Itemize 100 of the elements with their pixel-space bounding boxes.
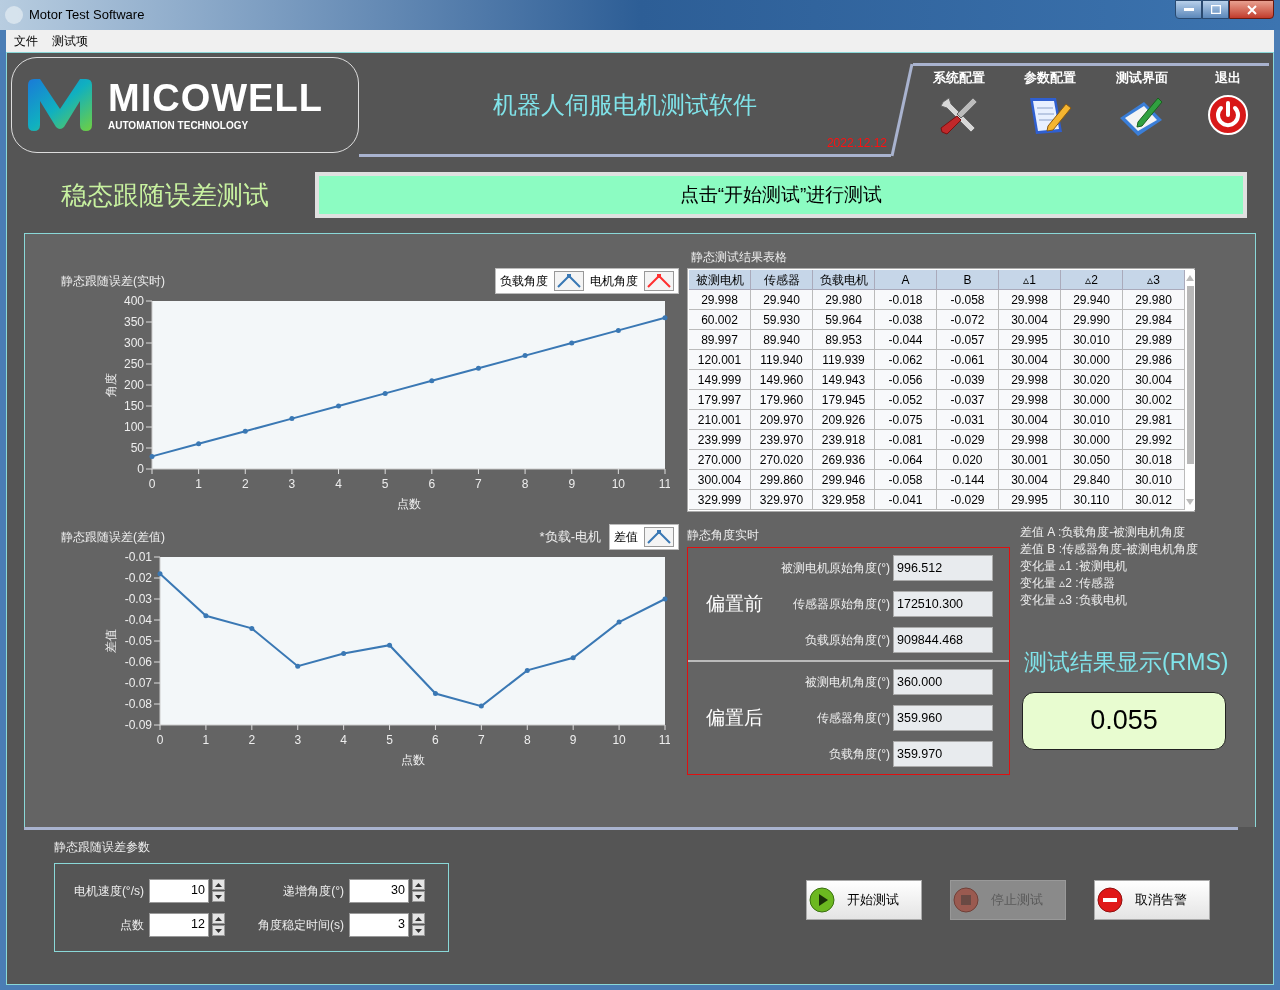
table-cell: -0.081 [875, 430, 937, 450]
action-button[interactable]: 开始测试 [806, 880, 922, 920]
table-cell: 30.004 [999, 310, 1061, 330]
table-cell: 89.997 [689, 330, 751, 350]
spin-down-button[interactable] [412, 891, 425, 902]
caret-down-icon [215, 928, 222, 933]
table-cell: 29.998 [999, 370, 1061, 390]
table-cell: -0.029 [937, 430, 999, 450]
minimize-button[interactable] [1175, 0, 1202, 19]
table-cell: 30.010 [1061, 330, 1123, 350]
chart-title: 静态跟随误差(实时) [60, 273, 165, 290]
field-label: 负载原始角度(°) [805, 632, 890, 649]
table-cell: 119.939 [813, 350, 875, 370]
table-cell: -0.144 [937, 470, 999, 490]
table-cell: 209.926 [813, 410, 875, 430]
date-label: 2022.12.12 [826, 135, 887, 152]
tick-label: 7 [478, 733, 485, 747]
number-input[interactable]: 10 [149, 878, 209, 903]
table-cell: 179.945 [813, 390, 875, 410]
table-cell: 30.004 [999, 410, 1061, 430]
tick-label: 9 [568, 477, 576, 491]
scrollbar[interactable] [1185, 270, 1195, 510]
table-cell: 59.930 [751, 310, 813, 330]
table-cell: 29.980 [813, 290, 875, 310]
table-cell: 29.990 [1061, 310, 1123, 330]
caret-up-icon [215, 882, 222, 887]
number-input[interactable]: 30 [349, 878, 409, 903]
table-cell: -0.031 [937, 410, 999, 430]
table-cell: 30.000 [1061, 430, 1123, 450]
window-title: Motor Test Software [29, 6, 145, 25]
legend-note: 变化量 ▵2 :传感器 [1020, 575, 1116, 592]
spin-up-button[interactable] [412, 879, 425, 890]
tick-label: -0.02 [124, 571, 152, 585]
legend-note: 变化量 ▵1 :被测电机 [1020, 558, 1128, 575]
spin-up-button[interactable] [212, 913, 225, 924]
table-cell: 30.001 [999, 450, 1061, 470]
table-cell: 29.840 [1061, 470, 1123, 490]
table-cell: -0.062 [875, 350, 937, 370]
caret-down-icon [415, 928, 422, 933]
tick-label: 7 [475, 477, 482, 491]
tick-label: -0.04 [124, 613, 152, 627]
table-cell: 29.940 [1061, 290, 1123, 310]
spin-down-button[interactable] [412, 925, 425, 936]
field-label: 传感器原始角度(°) [793, 596, 890, 613]
caret-down-icon [415, 894, 422, 899]
table-cell: -0.039 [937, 370, 999, 390]
field-label: 角度稳定时间(s) [258, 916, 344, 934]
column-header: 被测电机 [689, 270, 751, 290]
logo-wordmark: MICOWELL [108, 77, 323, 118]
tick-label: 350 [123, 315, 144, 329]
tick-label: 11 [658, 733, 670, 747]
legend-note: 变化量 ▵3 :负载电机 [1020, 592, 1128, 609]
menu-item[interactable]: 测试项 [52, 32, 88, 50]
number-input[interactable]: 12 [149, 912, 209, 937]
spin-down-button[interactable] [212, 891, 225, 902]
nav-button[interactable]: 测试界面 [1115, 66, 1168, 157]
number-input[interactable]: 3 [349, 912, 409, 937]
tick-label: 400 [123, 294, 144, 308]
spin-down-button[interactable] [212, 925, 225, 936]
field-label: 点数 [120, 916, 144, 934]
tick-label: 11 [658, 477, 670, 491]
tick-label: -0.06 [124, 655, 152, 669]
table-cell: 30.004 [999, 470, 1061, 490]
table-cell: 89.953 [813, 330, 875, 350]
spin-up-button[interactable] [412, 913, 425, 924]
table-cell: 209.970 [751, 410, 813, 430]
app-title: 机器人伺服电机测试软件 [492, 90, 758, 120]
spin-up-button[interactable] [212, 879, 225, 890]
tick-label: 3 [288, 477, 296, 491]
value-field: 909844.468 [893, 627, 993, 653]
menu-item[interactable]: 文件 [14, 32, 38, 50]
tick-label: -0.08 [124, 697, 152, 711]
tick-label: 8 [523, 733, 531, 747]
tick-label: 2 [241, 477, 249, 491]
nav-button[interactable]: 参数配置 [1024, 66, 1077, 157]
status-message: 点击“开始测试”进行测试 [679, 182, 883, 207]
table-cell: 270.020 [751, 450, 813, 470]
field-label: 递增角度(°) [283, 882, 344, 900]
column-header: ▵2 [1061, 270, 1123, 290]
table-cell: 29.998 [999, 290, 1061, 310]
table-title: 静态测试结果表格 [691, 249, 788, 266]
close-button[interactable] [1229, 0, 1274, 19]
maximize-icon [1210, 5, 1221, 14]
tick-label: 5 [381, 477, 389, 491]
axis-label: 点数 [396, 497, 421, 511]
action-button[interactable]: 取消告警 [1094, 880, 1210, 920]
table-cell: 29.984 [1123, 310, 1185, 330]
section-title: 静态角度实时 [687, 527, 760, 544]
table-cell: 239.999 [689, 430, 751, 450]
legend-note: 差值 B :传感器角度-被测电机角度 [1020, 541, 1199, 558]
section-title: 静态跟随误差参数 [54, 839, 151, 856]
nav-button[interactable]: 系统配置 [932, 66, 985, 157]
group-label: 偏置前 [704, 591, 764, 616]
table-cell: -0.052 [875, 390, 937, 410]
maximize-button[interactable] [1202, 0, 1229, 19]
table-cell: -0.056 [875, 370, 937, 390]
tick-label: 200 [123, 378, 144, 392]
nav-button[interactable]: 退出 [1207, 66, 1250, 157]
table-cell: -0.041 [875, 490, 937, 510]
tick-label: 4 [335, 477, 342, 491]
